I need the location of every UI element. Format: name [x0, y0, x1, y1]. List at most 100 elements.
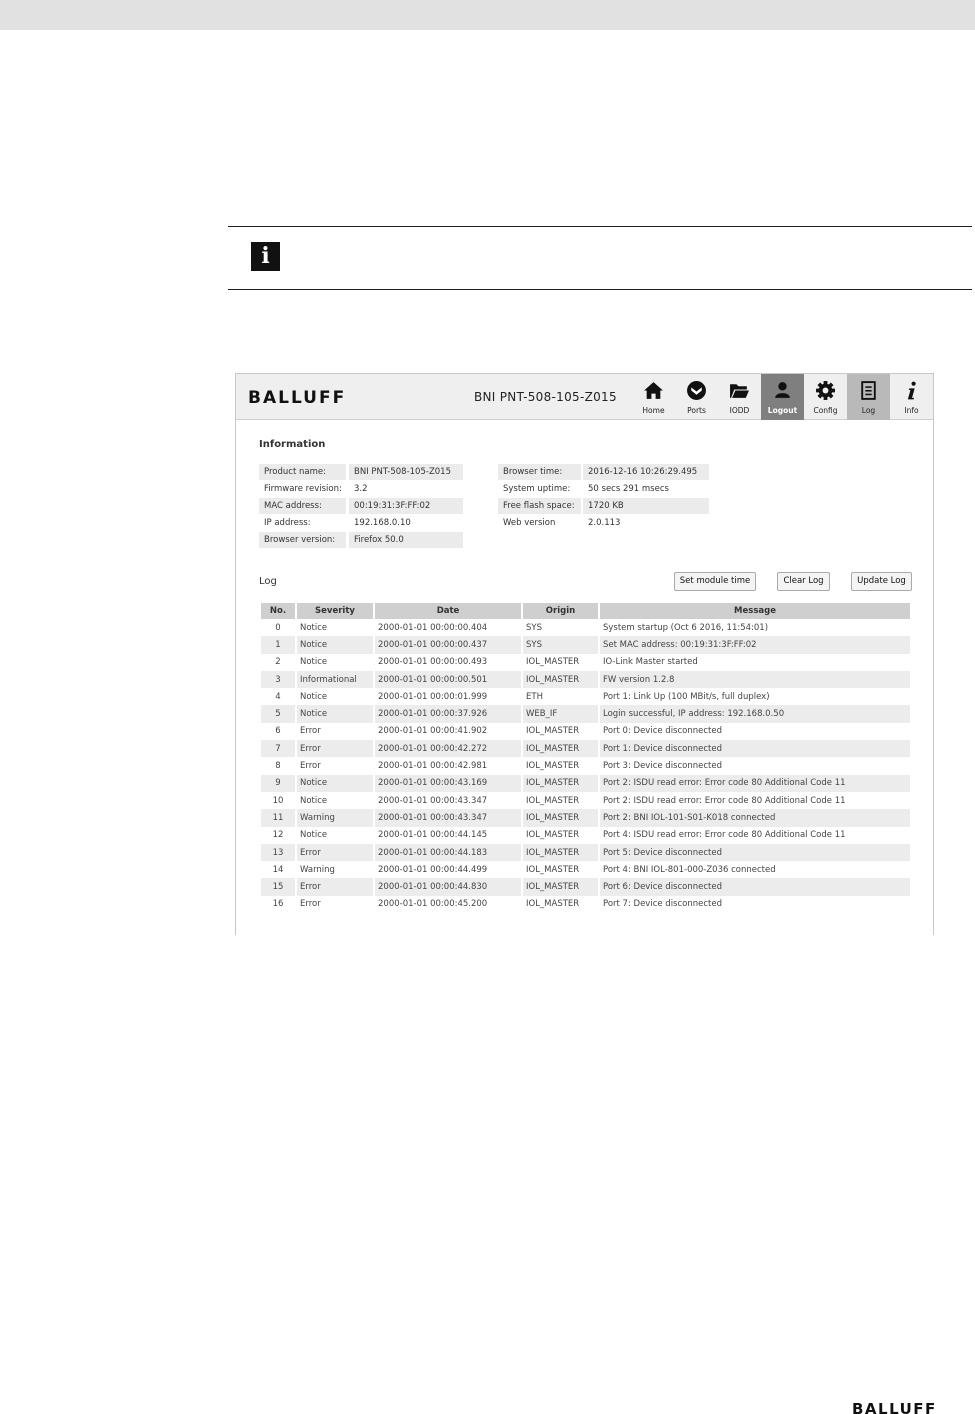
log-cell-no: 14: [272, 864, 284, 875]
log-cell-no: 7: [261, 740, 295, 758]
log-cell-message: Port 2: ISDU read error: Error code 80 A…: [603, 795, 846, 806]
log-cell-severity: Informational: [297, 670, 373, 689]
nav-label: Logout: [767, 406, 798, 415]
nav-log[interactable]: Log: [847, 374, 890, 420]
column-header-message: Message: [600, 603, 910, 619]
log-cell-message: Port 0: Device disconnected: [603, 726, 722, 737]
log-table-header: No. Severity Date Origin Message: [261, 603, 910, 619]
info-label: Browser time:: [498, 464, 581, 480]
log-cell-message: Port 7: Device disconnected: [603, 899, 722, 910]
table-row: 1 Notice 2000-01-01 00:00:00.437 SYS Set MAC…: [261, 636, 910, 654]
table-row: 12 Notice 2000-01-01 00:00:44.145 IOL_MASTE…: [261, 827, 910, 844]
log-cell-origin: IOL_MASTER: [526, 761, 580, 772]
log-cell-origin: IOL_MASTER: [523, 740, 598, 758]
log-table: No. Severity Date Origin Message 0 Notice…: [259, 603, 912, 913]
log-cell-date: 2000-01-01 00:00:44.830: [375, 878, 521, 896]
log-cell-origin: IOL_MASTER: [523, 774, 598, 792]
log-cell-date: 2000-01-01 00:00:00.493: [378, 657, 488, 668]
log-cell-origin: IOL_MASTER: [523, 670, 598, 689]
nav-info[interactable]: Info: [890, 374, 933, 420]
info-value: 50 secs 291 msecs: [588, 484, 669, 494]
log-cell-severity: Error: [297, 878, 373, 896]
table-row: 2 Notice 2000-01-01 00:00:00.493 IOL_MASTER…: [261, 654, 910, 671]
table-row: 4 Notice 2000-01-01 00:00:01.999 ETH Port 1:…: [261, 688, 910, 705]
log-cell-origin: IOL_MASTER: [526, 864, 580, 875]
main-nav: Home Ports IODD Logout Config Log Info: [632, 374, 933, 420]
info-value: Firefox 50.0: [349, 532, 463, 548]
log-cell-message: Port 1: Link Up (100 MBit/s, full duplex…: [603, 691, 770, 702]
table-row: 14 Warning 2000-01-01 00:00:44.499 IOL_MAST…: [261, 861, 910, 878]
nav-label: Ports: [687, 406, 706, 415]
column-header-no: No.: [261, 603, 295, 619]
table-row: 6 Error 2000-01-01 00:00:41.902 IOL_MASTER P…: [261, 723, 910, 740]
table-row: 10 Notice 2000-01-01 00:00:43.347 IOL_MASTE…: [261, 792, 910, 809]
log-cell-message: IO-Link Master started: [603, 657, 698, 668]
note-divider-top: [228, 226, 972, 227]
log-cell-no: 0: [275, 622, 281, 633]
log-cell-severity: Notice: [297, 705, 373, 723]
info-label: IP address:: [264, 518, 311, 528]
info-label: Product name:: [259, 464, 346, 480]
table-row: 16 Error 2000-01-01 00:00:45.200 IOL_MASTER…: [261, 896, 910, 913]
table-row: 9 Notice 2000-01-01 00:00:43.169 IOL_MASTER…: [261, 774, 910, 792]
log-cell-origin: WEB_IF: [523, 705, 598, 723]
info-value: 2016-12-16 10:26:29.495: [583, 464, 709, 480]
log-cell-severity: Notice: [300, 657, 328, 668]
table-row: 5 Notice 2000-01-01 00:00:37.926 WEB_IF Logi…: [261, 705, 910, 723]
log-title: Log: [259, 576, 277, 587]
info-value: 00:19:31:3F:FF:02: [349, 498, 463, 514]
log-cell-no: 10: [272, 795, 284, 806]
ports-icon: [687, 381, 706, 400]
log-cell-origin: IOL_MASTER: [526, 795, 580, 806]
table-row: 8 Error 2000-01-01 00:00:42.981 IOL_MASTER P…: [261, 757, 910, 774]
clear-log-button[interactable]: Clear Log: [777, 572, 830, 591]
log-cell-date: 2000-01-01 00:00:41.902: [378, 726, 488, 737]
note-divider-bottom: [228, 289, 972, 290]
log-cell-origin: IOL_MASTER: [523, 809, 598, 827]
table-row: 7 Error 2000-01-01 00:00:42.272 IOL_MASTER P…: [261, 740, 910, 758]
info-value: 192.168.0.10: [354, 518, 411, 528]
information-title: Information: [259, 439, 326, 450]
info-value: 3.2: [354, 484, 368, 494]
log-cell-no: 9: [261, 774, 295, 792]
log-cell-no: 4: [275, 691, 281, 702]
log-cell-origin: SYS: [523, 636, 598, 654]
log-cell-message: Set MAC address: 00:19:31:3F:FF:02: [600, 636, 910, 654]
log-cell-message: Port 6: Device disconnected: [600, 878, 910, 896]
log-table-body: 0 Notice 2000-01-01 00:00:00.404 SYS System …: [261, 619, 910, 913]
update-log-button[interactable]: Update Log: [851, 572, 912, 591]
log-cell-date: 2000-01-01 00:00:43.347: [378, 795, 488, 806]
log-cell-date: 2000-01-01 00:00:44.145: [378, 830, 488, 841]
nav-ports[interactable]: Ports: [675, 374, 718, 420]
folder-icon: [730, 384, 749, 398]
user-icon: [775, 382, 790, 398]
log-cell-no: 3: [261, 670, 295, 689]
log-cell-date: 2000-01-01 00:00:37.926: [375, 705, 521, 723]
log-cell-message: Port 4: ISDU read error: Error code 80 A…: [603, 830, 846, 841]
footer-brand-logo: BALLUFF: [852, 1400, 937, 1414]
nav-iodd[interactable]: IODD: [718, 374, 761, 420]
home-icon: [644, 382, 663, 399]
brand-logo: BALLUFF: [248, 388, 347, 408]
log-cell-date: 2000-01-01 00:00:42.981: [378, 761, 488, 772]
log-cell-no: 11: [261, 809, 295, 827]
nav-config[interactable]: Config: [804, 374, 847, 420]
log-cell-no: 6: [275, 726, 281, 737]
nav-label: Log: [861, 406, 876, 415]
log-cell-message: Port 5: Device disconnected: [600, 843, 910, 862]
log-cell-date: 2000-01-01 00:00:00.437: [375, 636, 521, 654]
log-cell-severity: Error: [297, 843, 373, 862]
nav-home[interactable]: Home: [632, 374, 675, 420]
log-cell-severity: Notice: [297, 636, 373, 654]
info-icon: [907, 381, 916, 400]
info-label: Browser version:: [259, 532, 346, 548]
set-module-time-button[interactable]: Set module time: [674, 572, 756, 591]
log-cell-origin: SYS: [526, 622, 542, 633]
info-label: Web version: [503, 518, 556, 528]
column-header-date: Date: [375, 603, 521, 619]
nav-logout[interactable]: Logout: [761, 374, 804, 420]
log-cell-message: FW version 1.2.8: [600, 670, 910, 689]
log-cell-message: Port 4: BNI IOL-801-000-Z036 connected: [603, 864, 776, 875]
log-cell-severity: Notice: [300, 830, 328, 841]
log-cell-no: 1: [261, 636, 295, 654]
